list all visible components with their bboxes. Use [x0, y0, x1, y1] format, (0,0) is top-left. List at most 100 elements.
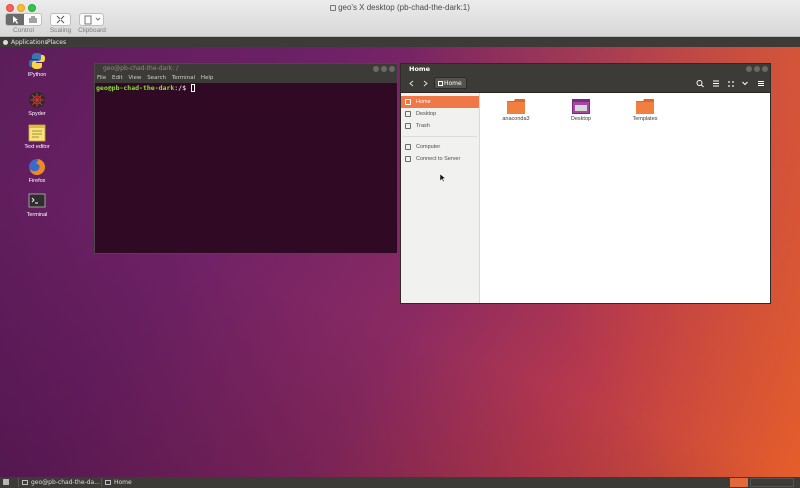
terminal-title: geo@pb-chad-the-dark: / [103, 65, 179, 72]
firefox-icon [28, 158, 46, 176]
sidebar-divider [403, 136, 477, 137]
control-pointer-button[interactable] [6, 14, 24, 25]
terminal-titlebar[interactable]: geo@pb-chad-the-dark: / [95, 64, 397, 74]
control-label: Control [13, 27, 34, 34]
chevron-down-icon [742, 81, 748, 86]
terminal-menu-terminal[interactable]: Terminal [172, 75, 195, 81]
folder-icon [507, 99, 525, 114]
places-menu[interactable]: Places [47, 39, 66, 46]
control-hand-button[interactable] [24, 14, 42, 25]
display-icon [330, 5, 337, 11]
clipboard-button[interactable] [79, 13, 104, 26]
desktop-icon-label: Spyder [28, 111, 46, 117]
terminal-menu-edit[interactable]: Edit [112, 75, 123, 81]
desktop-icon-spyder[interactable]: Spyder [20, 91, 54, 117]
files-minimize-button[interactable] [746, 66, 752, 72]
taskbar-item-label: Home [114, 479, 132, 486]
top-panel: Applications Places [0, 38, 800, 47]
control-segment [5, 13, 42, 26]
path-bar-home-button[interactable]: Home [434, 77, 467, 89]
path-bar-home-label: Home [444, 80, 462, 87]
search-button[interactable] [695, 78, 705, 89]
server-icon [405, 156, 411, 162]
sidebar-item-trash[interactable]: Trash [401, 120, 479, 132]
folder-templates[interactable]: Templates [620, 99, 670, 122]
sidebar-item-label: Computer [416, 144, 441, 150]
scaling-icon [56, 15, 65, 24]
terminal-maximize-button[interactable] [381, 66, 387, 72]
menu-button[interactable] [756, 78, 766, 89]
desktop-icon-label: Text editor [24, 144, 50, 150]
home-icon [438, 81, 443, 86]
folder-label: anaconda3 [502, 116, 530, 122]
sidebar-item-home[interactable]: Home [401, 96, 479, 108]
folder-anaconda3[interactable]: anaconda3 [491, 99, 541, 122]
desktop-icon-firefox[interactable]: Firefox [20, 158, 54, 184]
prompt-path: :/$ [174, 84, 190, 92]
folder-label: Desktop [570, 116, 592, 122]
desktop-icon-label: Firefox [28, 178, 46, 184]
workspace-switcher[interactable] [730, 478, 748, 487]
applications-menu[interactable]: Applications [11, 39, 48, 46]
show-desktop-button[interactable] [3, 479, 9, 485]
forward-button[interactable] [420, 78, 430, 89]
files-titlebar[interactable]: Home [401, 64, 770, 74]
grid-view-button[interactable] [726, 78, 736, 89]
taskbar-item-terminal[interactable]: geo@pb-chad-the-da... [18, 478, 100, 487]
scaling-label: Scaling [49, 27, 72, 34]
terminal-menu-file[interactable]: File [97, 75, 106, 81]
home-icon [405, 99, 411, 105]
scaling-button[interactable] [50, 13, 71, 26]
taskbar-item-home[interactable]: Home [101, 478, 161, 487]
list-view-button[interactable] [711, 78, 721, 89]
desktop-folder-icon [405, 111, 411, 117]
workspace-switcher-next[interactable] [750, 478, 794, 487]
computer-icon [405, 144, 411, 150]
desktop-icon-text-editor[interactable]: Text editor [20, 124, 54, 150]
folder-desktop[interactable]: Desktop [556, 99, 606, 122]
pointer-icon [13, 16, 18, 24]
desktop-icon-terminal[interactable]: Terminal [20, 192, 54, 218]
terminal-menu-help[interactable]: Help [201, 75, 214, 81]
window-title: geo's X desktop (pb-chad-the-dark:1) [0, 3, 800, 12]
desktop-icon-label: Terminal [26, 212, 48, 218]
sidebar-item-label: Connect to Server [416, 156, 461, 162]
terminal-close-button[interactable] [389, 66, 395, 72]
desktop-icon-ipython[interactable]: IPython [20, 52, 54, 78]
clipboard-label: Clipboard [78, 27, 106, 34]
files-toolbar: Home [401, 74, 770, 93]
bottom-panel: geo@pb-chad-the-da... Home [0, 477, 800, 488]
prompt-user: geo@pb-chad-the-dark [96, 84, 175, 92]
files-maximize-button[interactable] [754, 66, 760, 72]
folder-icon [105, 480, 111, 485]
terminal-menu-search[interactable]: Search [147, 75, 166, 81]
files-sidebar: Home Desktop Trash Computer Connect to S… [401, 93, 480, 303]
files-close-button[interactable] [762, 66, 768, 72]
terminal-icon [22, 480, 28, 485]
desktop-icon-label: IPython [27, 72, 47, 78]
back-button[interactable] [407, 78, 417, 89]
terminal-body[interactable]: geo@pb-chad-the-dark:/$ [95, 83, 397, 253]
sidebar-item-label: Home [416, 99, 431, 105]
chevron-left-icon [409, 80, 414, 87]
applications-icon [3, 40, 8, 45]
sidebar-item-label: Desktop [416, 111, 437, 117]
desktop-folder-icon [572, 99, 590, 114]
sidebar-item-desktop[interactable]: Desktop [401, 108, 479, 120]
spyder-icon [28, 91, 46, 109]
files-title: Home [409, 65, 431, 73]
sidebar-item-computer[interactable]: Computer [401, 141, 479, 153]
terminal-minimize-button[interactable] [373, 66, 379, 72]
folder-label: Templates [632, 116, 658, 122]
terminal-menu-view[interactable]: View [128, 75, 141, 81]
list-view-icon [713, 80, 719, 87]
text-editor-icon [28, 124, 46, 142]
terminal-menubar: File Edit View Search Terminal Help [95, 74, 397, 83]
search-icon [696, 80, 704, 88]
sidebar-item-label: Trash [416, 123, 430, 129]
clipboard-icon [84, 15, 101, 25]
trash-icon [405, 123, 411, 129]
view-options-button[interactable] [740, 78, 750, 89]
terminal-window: geo@pb-chad-the-dark: / File Edit View S… [94, 63, 398, 254]
sidebar-item-connect-to-server[interactable]: Connect to Server [401, 153, 479, 165]
